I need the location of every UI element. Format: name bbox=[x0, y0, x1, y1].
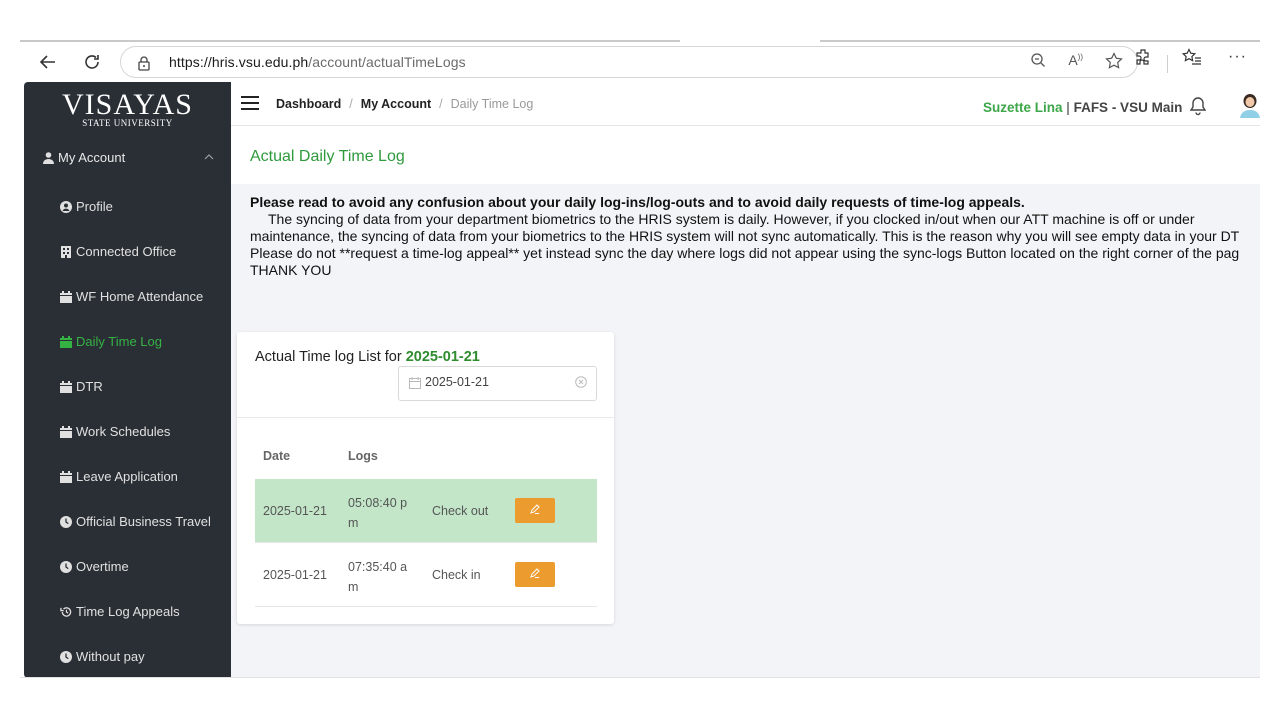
log-date: 2025-01-21 bbox=[263, 568, 327, 582]
building-icon bbox=[60, 245, 72, 258]
card-title-date: 2025-01-21 bbox=[405, 349, 480, 365]
more-options-icon[interactable]: ··· bbox=[1228, 48, 1247, 66]
sidebar-item-official-business-travel[interactable]: Official Business Travel bbox=[60, 514, 211, 529]
clock-icon bbox=[60, 560, 72, 573]
url-text: https://hris.vsu.edu.ph/account/actualTi… bbox=[169, 54, 466, 70]
calendar-icon bbox=[60, 335, 72, 348]
breadcrumb-my-account[interactable]: My Account bbox=[361, 97, 431, 111]
time-log-card: Actual Time log List for 2025-01-21 Date… bbox=[237, 332, 614, 624]
sidebar-item-wf-home-attendance[interactable]: WF Home Attendance bbox=[60, 289, 203, 304]
log-type: Check out bbox=[432, 504, 489, 518]
browser-toolbar: https://hris.vsu.edu.ph/account/actualTi… bbox=[20, 42, 1260, 82]
notice-line: The syncing of data from your department… bbox=[268, 211, 1195, 227]
zoom-out-icon[interactable] bbox=[1030, 52, 1046, 75]
column-header-date: Date bbox=[263, 449, 291, 463]
notice-thanks: THANK YOU bbox=[250, 262, 332, 278]
calendar-icon bbox=[60, 380, 72, 393]
sidebar: VISAYAS STATE UNIVERSITY My Account Prof… bbox=[24, 82, 231, 677]
sidebar-item-daily-time-log[interactable]: Daily Time Log bbox=[60, 334, 162, 349]
card-header: Actual Time log List for 2025-01-21 bbox=[237, 332, 614, 418]
clear-circle-icon[interactable] bbox=[575, 376, 587, 391]
address-bar[interactable]: https://hris.vsu.edu.ph/account/actualTi… bbox=[120, 46, 1138, 78]
avatar[interactable] bbox=[1239, 92, 1260, 118]
bell-icon[interactable] bbox=[1189, 96, 1207, 121]
notice-line: Please do not **request a time-log appea… bbox=[250, 245, 1240, 261]
table-row: 2025-01-21 05:08:40 pm Check out bbox=[255, 479, 597, 543]
table-row: 2025-01-21 07:35:40 am Check in bbox=[255, 543, 597, 607]
date-input[interactable] bbox=[425, 375, 565, 389]
sidebar-item-time-log-appeals[interactable]: Time Log Appeals bbox=[60, 604, 180, 619]
lock-icon bbox=[137, 55, 151, 74]
breadcrumb-dashboard[interactable]: Dashboard bbox=[276, 97, 341, 111]
browser-window: https://hris.vsu.edu.ph/account/actualTi… bbox=[20, 40, 1260, 678]
user-name: Suzette Lina bbox=[983, 100, 1063, 115]
sidebar-item-work-schedules[interactable]: Work Schedules bbox=[60, 424, 170, 439]
read-aloud-icon[interactable]: A)) bbox=[1068, 52, 1083, 75]
user-info[interactable]: Suzette Lina | FAFS - VSU Main bbox=[983, 100, 1182, 115]
edit-log-button[interactable] bbox=[515, 562, 555, 587]
breadcrumb-current: Daily Time Log bbox=[450, 97, 534, 111]
table-header: Date Logs bbox=[255, 449, 597, 479]
edit-log-button[interactable] bbox=[515, 498, 555, 523]
log-date: 2025-01-21 bbox=[263, 504, 327, 518]
user-circle-icon bbox=[60, 200, 72, 213]
pencil-icon bbox=[530, 568, 540, 581]
card-title: Actual Time log List for 2025-01-21 bbox=[255, 349, 480, 365]
calendar-icon bbox=[409, 377, 421, 392]
hamburger-menu-icon[interactable] bbox=[241, 96, 259, 110]
pencil-icon bbox=[530, 504, 540, 517]
history-icon bbox=[60, 606, 72, 618]
user-icon bbox=[42, 151, 54, 164]
extensions-icon[interactable] bbox=[1134, 48, 1152, 66]
clock-icon bbox=[60, 650, 72, 663]
calendar-icon bbox=[60, 470, 72, 483]
sidebar-item-dtr[interactable]: DTR bbox=[60, 379, 103, 394]
university-logo[interactable]: VISAYAS STATE UNIVERSITY bbox=[24, 90, 231, 129]
calendar-icon bbox=[60, 290, 72, 303]
web-page: VISAYAS STATE UNIVERSITY My Account Prof… bbox=[24, 82, 1260, 677]
notice-line: maintenance, the syncing of data from yo… bbox=[250, 228, 1240, 244]
page-header: Actual Daily Time Log bbox=[231, 126, 1260, 184]
page-title: Actual Daily Time Log bbox=[250, 148, 405, 165]
clock-icon bbox=[60, 515, 72, 528]
notice-heading: Please read to avoid any confusion about… bbox=[250, 194, 1025, 210]
sidebar-item-without-pay[interactable]: Without pay bbox=[60, 649, 145, 664]
top-navbar: Dashboard / My Account / Daily Time Log … bbox=[231, 82, 1260, 126]
sidebar-item-overtime[interactable]: Overtime bbox=[60, 559, 129, 574]
sidebar-item-leave-application[interactable]: Leave Application bbox=[60, 469, 178, 484]
sidebar-section-my-account[interactable]: My Account bbox=[42, 150, 214, 165]
sidebar-item-profile[interactable]: Profile bbox=[60, 199, 113, 214]
calendar-icon bbox=[60, 425, 72, 438]
sidebar-item-connected-office[interactable]: Connected Office bbox=[60, 244, 176, 259]
favorites-list-icon[interactable] bbox=[1182, 48, 1202, 66]
chevron-up-icon bbox=[204, 152, 214, 163]
refresh-icon[interactable] bbox=[78, 48, 106, 76]
log-time: 05:08:40 pm bbox=[348, 496, 408, 530]
column-header-logs: Logs bbox=[348, 449, 378, 463]
date-picker[interactable] bbox=[398, 366, 597, 401]
favorite-star-icon[interactable] bbox=[1105, 52, 1123, 75]
breadcrumb: Dashboard / My Account / Daily Time Log bbox=[276, 97, 534, 111]
notice-text: Please read to avoid any confusion about… bbox=[250, 194, 1260, 279]
log-time: 07:35:40 am bbox=[348, 560, 408, 594]
back-arrow-icon[interactable] bbox=[34, 48, 62, 76]
user-org: FAFS - VSU Main bbox=[1073, 100, 1183, 115]
log-type: Check in bbox=[432, 568, 481, 582]
